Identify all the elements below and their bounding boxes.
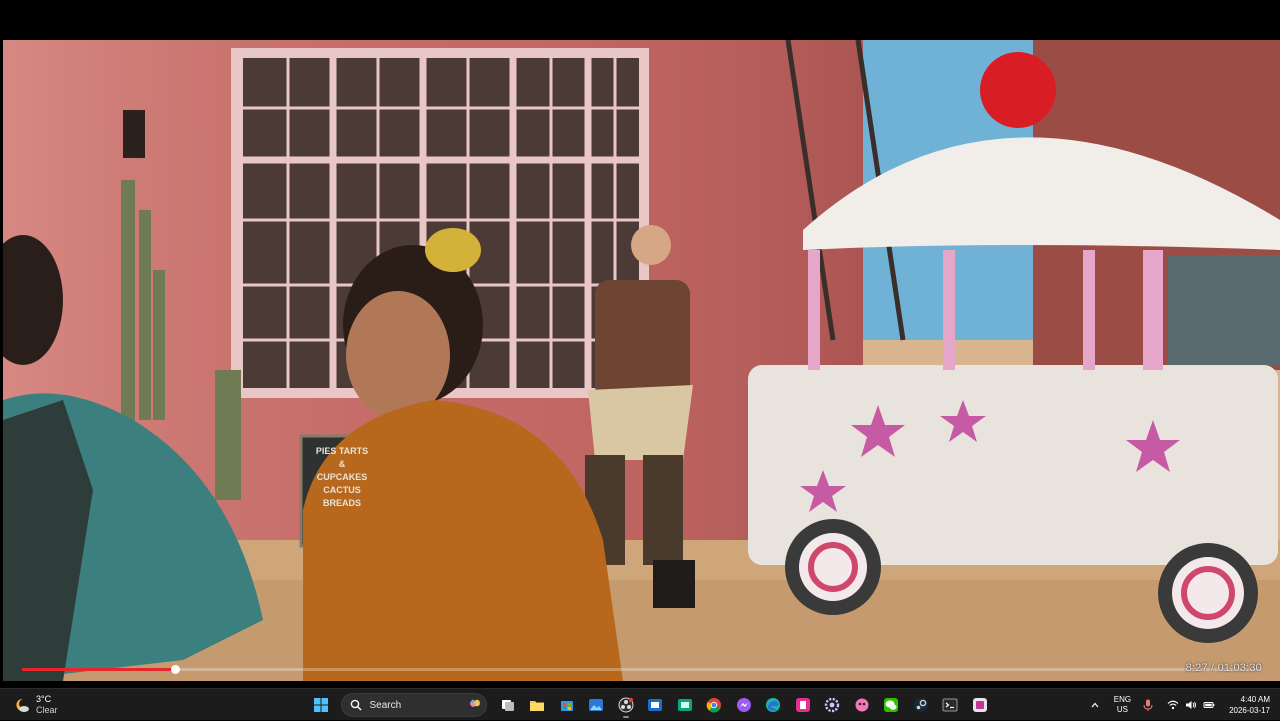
video-frame[interactable]: PIES TARTS & CUPCAKES CACTUS BREADS (3, 40, 1280, 681)
battery-icon (1203, 702, 1215, 708)
wechat-button[interactable] (878, 692, 904, 718)
show-hidden-icons-button[interactable] (1086, 696, 1104, 714)
file-explorer-button[interactable] (524, 692, 550, 718)
microsoft-store-button[interactable] (554, 692, 580, 718)
clock-time: 4:40 AM (1240, 695, 1270, 704)
clock-date: 2026-03-17 (1229, 706, 1270, 715)
obs-icon (618, 697, 633, 713)
sign-line: PIES TARTS (316, 446, 368, 456)
weather-condition: Clear (36, 705, 58, 715)
video-player[interactable]: PIES TARTS & CUPCAKES CACTUS BREADS 8:27 / 0… (0, 0, 1280, 688)
settings-icon (824, 697, 840, 713)
sign-line: BREADS (323, 498, 361, 508)
sign-line: & (339, 459, 346, 469)
photos-button[interactable] (583, 692, 609, 718)
windows-taskbar: 3°C Clear Search ENG US 4:40 AM 2026-03-… (0, 688, 1280, 720)
file-explorer-icon (530, 701, 544, 711)
pink-game-button[interactable] (849, 692, 875, 718)
edge-icon (766, 698, 780, 712)
sign-line: CUPCAKES (317, 472, 368, 482)
taskbar-search[interactable]: Search (340, 693, 487, 717)
weather-temperature: 3°C (36, 694, 52, 704)
app-store-button[interactable] (967, 692, 993, 718)
pink-app-button[interactable] (790, 692, 816, 718)
terminal-button[interactable] (937, 692, 963, 718)
chrome-icon (706, 698, 721, 713)
wifi-icon (1167, 700, 1179, 710)
messenger-button[interactable] (731, 692, 757, 718)
snipping-tool-button[interactable] (642, 692, 668, 718)
steam-button[interactable] (908, 692, 934, 718)
search-label: Search (369, 699, 402, 711)
task-view-button[interactable] (495, 692, 521, 718)
weather-widget[interactable]: 3°C Clear (14, 693, 58, 717)
task-view-icon (501, 700, 514, 711)
chrome-button[interactable] (701, 692, 727, 718)
search-icon (350, 699, 361, 711)
microsoft-store-icon (560, 701, 573, 711)
volume-icon (1186, 701, 1197, 709)
pink-game-icon (855, 698, 868, 712)
app-store-icon (972, 698, 987, 712)
chevron-up-icon (1091, 702, 1099, 708)
photos-icon (589, 699, 603, 711)
pink-app-icon (795, 698, 810, 712)
windows-start-icon (314, 698, 328, 712)
playback-timecode: 8:27 / 01:03:30 (1185, 662, 1262, 674)
edge-button[interactable] (760, 692, 786, 718)
wechat-icon (884, 698, 898, 712)
sign-line: CACTUS (323, 485, 361, 495)
seek-bar-played (22, 668, 175, 671)
input-language[interactable]: ENG US (1114, 695, 1131, 715)
settings-button[interactable] (819, 692, 845, 718)
taskbar-apps: Search (308, 692, 996, 718)
video-still: PIES TARTS & CUPCAKES CACTUS BREADS (3, 40, 1280, 681)
terminal-icon (942, 698, 958, 712)
obs-button[interactable] (613, 692, 639, 718)
seek-bar[interactable] (22, 665, 1262, 674)
search-highlight-icon (469, 699, 480, 707)
snipping-tool-icon (648, 699, 662, 711)
language-code: ENG (1113, 695, 1132, 704)
quick-settings-button[interactable] (1167, 699, 1215, 711)
start-button[interactable] (308, 692, 334, 718)
seek-bar-thumb[interactable] (170, 665, 180, 674)
taskbar-clock[interactable]: 4:40 AM 2026-03-17 (1229, 694, 1270, 716)
keyboard-layout: US (1116, 705, 1128, 714)
microphone-icon[interactable] (1141, 698, 1155, 712)
system-tray: ENG US 4:40 AM 2026-03-17 (1086, 689, 1280, 721)
steam-icon (913, 698, 928, 712)
moon-cloud-icon (16, 698, 29, 712)
messenger-icon (736, 698, 751, 712)
winget-button[interactable] (672, 692, 698, 718)
winget-icon (677, 699, 692, 711)
